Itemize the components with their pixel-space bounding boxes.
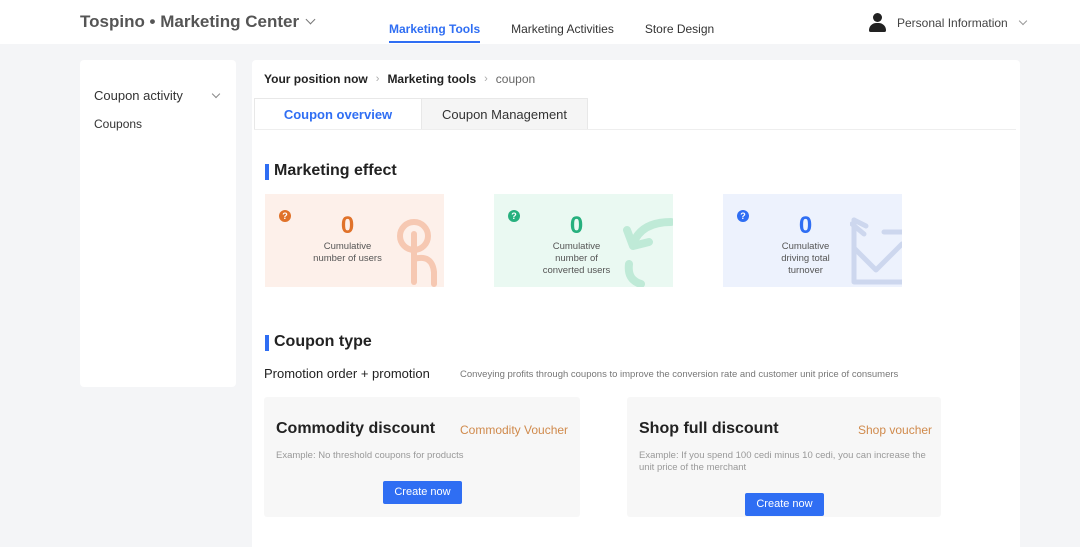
stat-label: Cumulative number of users [313, 241, 382, 264]
tab-bar: Coupon overview Coupon Management [254, 98, 588, 130]
tab-coupon-overview[interactable]: Coupon overview [254, 98, 422, 130]
sidebar-item-coupons[interactable]: Coupons [94, 117, 142, 131]
breadcrumb-current: coupon [495, 72, 536, 86]
stat-card-turnover: ? 0 Cumulative driving total turnover [723, 194, 902, 287]
breadcrumb-marketing-tools[interactable]: Marketing tools [387, 72, 476, 86]
convert-arrow-icon [623, 218, 673, 287]
section-title-coupon-type: Coupon type [265, 333, 372, 351]
stat-card-converted: ? 0 Cumulative number of converted users [494, 194, 673, 287]
chevron-down-icon [211, 89, 221, 98]
trend-chart-icon [850, 217, 902, 285]
user-menu[interactable]: Personal Information [868, 13, 1027, 32]
user-menu-label: Personal Information [897, 15, 1008, 30]
nav-marketing-activities[interactable]: Marketing Activities [511, 22, 614, 43]
card-subtitle: Commodity Voucher [460, 423, 569, 437]
stat-label: Cumulative driving total turnover [781, 241, 830, 276]
stat-label: Cumulative number of converted users [542, 241, 611, 276]
breadcrumb-separator-icon: › [484, 73, 488, 85]
create-shop-voucher-button[interactable]: Create now [745, 493, 824, 516]
breadcrumb: Your position now › Marketing tools › co… [264, 72, 535, 86]
card-title: Shop full discount [639, 420, 779, 437]
card-subtitle: Shop voucher [858, 423, 933, 437]
card-title: Commodity discount [276, 420, 436, 437]
nav-marketing-tools[interactable]: Marketing Tools [389, 22, 481, 43]
main-nav: Marketing Tools Marketing Activities Sto… [389, 22, 714, 43]
nav-store-design[interactable]: Store Design [645, 22, 714, 43]
chevron-down-icon [1018, 16, 1027, 25]
coupon-card-shop: Shop full discount Shop voucher Example:… [627, 397, 941, 517]
touch-icon [397, 219, 437, 287]
breadcrumb-prefix: Your position now [264, 72, 368, 86]
chevron-down-icon [305, 14, 316, 25]
promo-description: Conveying profits through coupons to imp… [460, 369, 899, 380]
sidebar-group-label: Coupon activity [94, 88, 183, 103]
sidebar: Coupon activity Coupons [80, 60, 236, 387]
create-commodity-voucher-button[interactable]: Create now [383, 481, 462, 504]
breadcrumb-separator-icon: › [375, 73, 380, 85]
coupon-card-commodity: Commodity discount Commodity Voucher Exa… [264, 397, 580, 517]
tab-coupon-management[interactable]: Coupon Management [422, 98, 588, 130]
stat-card-users: ? 0 Cumulative number of users [265, 194, 444, 287]
tab-divider [254, 129, 1016, 130]
card-example: Example: If you spend 100 cedi minus 10 … [639, 450, 926, 473]
card-example: Example: No threshold coupons for produc… [276, 450, 464, 461]
main-panel: Your position now › Marketing tools › co… [252, 60, 1020, 547]
brand-title: Tospino • Marketing Center [80, 12, 300, 31]
promo-title: Promotion order + promotion [264, 366, 430, 381]
sidebar-group-coupon-activity[interactable]: Coupon activity [94, 88, 221, 103]
brand-switcher[interactable]: Tospino • Marketing Center [80, 12, 316, 32]
top-header: Tospino • Marketing Center Marketing Too… [0, 0, 1080, 44]
section-title-marketing-effect: Marketing effect [265, 162, 397, 180]
user-avatar-icon [868, 13, 887, 32]
